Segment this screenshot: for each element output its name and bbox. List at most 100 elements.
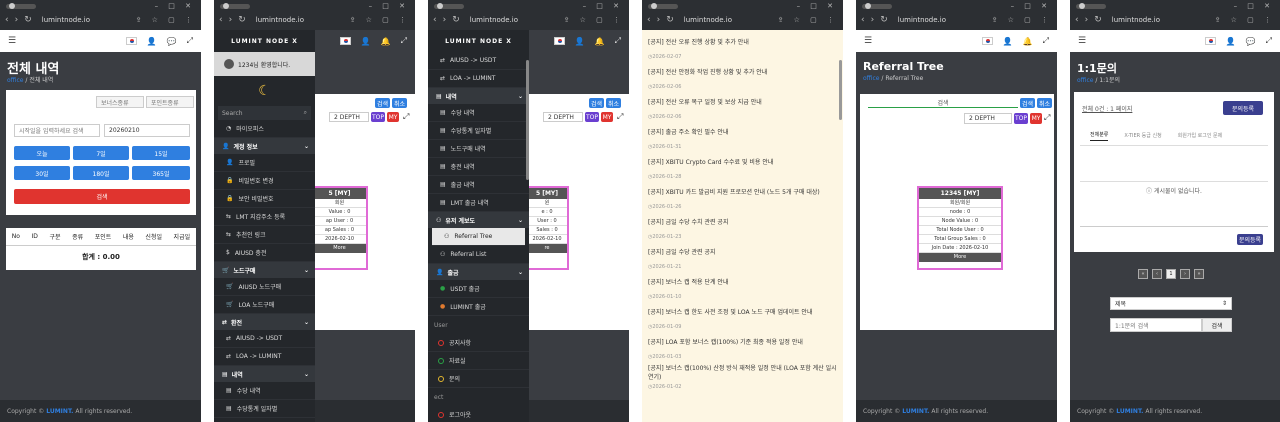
- bg-my-button[interactable]: MY: [601, 112, 613, 122]
- chat-icon[interactable]: 💬: [1246, 37, 1256, 46]
- sidebar-item-referral-list[interactable]: ⚇ Referral List: [428, 246, 529, 264]
- user-icon[interactable]: 👤: [147, 37, 157, 46]
- footer-brand[interactable]: LUMINT.: [46, 408, 73, 415]
- sidebar-search-input[interactable]: Search ⌕: [218, 106, 311, 120]
- range-7d-button[interactable]: 7일: [73, 146, 129, 160]
- sidebar-item-내역[interactable]: ▤ 내역 ⌄: [214, 366, 315, 382]
- sidebar-item-프로필[interactable]: 👤 프로필: [214, 154, 315, 172]
- back-icon[interactable]: ‹: [1075, 15, 1079, 25]
- bg-depth-select[interactable]: 2 DEPTH: [329, 112, 369, 122]
- menu-icon[interactable]: ☰: [864, 36, 872, 46]
- sidebar-item-추천인-링크[interactable]: ⇆ 추천인 링크: [214, 226, 315, 244]
- notice-title-link[interactable]: [공지] 금일 수당 수치 관련 공지: [642, 214, 837, 229]
- menu-icon[interactable]: ☰: [8, 36, 16, 46]
- moon-icon[interactable]: ☾: [214, 76, 315, 106]
- sidebar-item-비밀번호-변경[interactable]: 🔒 비밀번호 변경: [214, 172, 315, 190]
- sidebar-item-수당-내역[interactable]: ▤ 수당 내역: [214, 382, 315, 400]
- user-icon[interactable]: 👤: [1003, 37, 1013, 46]
- back-icon[interactable]: ‹: [647, 15, 651, 25]
- tab-strip[interactable]: [434, 3, 464, 9]
- back-icon[interactable]: ‹: [861, 15, 865, 25]
- bg-search-button[interactable]: 검색: [375, 98, 390, 108]
- window-controls[interactable]: – □ ✕: [583, 2, 623, 10]
- fullscreen-icon[interactable]: ⤢: [403, 112, 409, 122]
- sidebar-item-수당통계-일자별[interactable]: ▤ 수당통계 일자별: [214, 400, 315, 418]
- korea-flag-icon[interactable]: [339, 37, 351, 45]
- search-button[interactable]: 검색: [14, 189, 190, 204]
- notice-title-link[interactable]: [공지] 보너스 캡 적용 단계 안내: [642, 274, 837, 289]
- korea-flag-icon[interactable]: [553, 37, 565, 45]
- pagination-next[interactable]: ›: [1180, 269, 1190, 279]
- forward-icon[interactable]: ›: [15, 15, 19, 25]
- bg-cancel-button[interactable]: 취소: [392, 98, 407, 108]
- footer-brand[interactable]: LUMINT.: [1116, 408, 1143, 415]
- breadcrumb-home[interactable]: office: [7, 77, 23, 84]
- forward-icon[interactable]: ›: [443, 15, 447, 25]
- sidebar-item-유저-계보도[interactable]: ⚇ 유저 계보도 ⌄: [428, 212, 529, 228]
- pagination-page-1[interactable]: 1: [1166, 269, 1176, 279]
- pagination-first[interactable]: «: [1138, 269, 1148, 279]
- notice-title-link[interactable]: [공지] 전산 안정화 작업 진행 상황 및 추가 안내: [642, 64, 837, 79]
- footer-brand[interactable]: LUMINT.: [902, 408, 929, 415]
- sidebar-item-loa-노드구매[interactable]: 🛒 LOA 노드구매: [214, 296, 315, 314]
- search-icon[interactable]: ⌕: [304, 109, 307, 117]
- range-15d-button[interactable]: 15일: [132, 146, 190, 160]
- forward-icon[interactable]: ›: [1085, 15, 1089, 25]
- browser-action-icons[interactable]: ⇪ ☆ ▢ ⋮: [564, 16, 624, 24]
- inquiry-search-input[interactable]: 1:1문의 검색: [1110, 318, 1202, 332]
- breadcrumb-home[interactable]: office: [863, 75, 879, 82]
- sidebar-item-공지사항[interactable]: 공지사항: [428, 334, 529, 352]
- bg-cancel-button[interactable]: 취소: [606, 98, 621, 108]
- sidebar-item-보안-비밀번호[interactable]: 🔒 보안 비밀번호: [214, 190, 315, 208]
- browser-action-icons[interactable]: ⇪ ☆ ▢ ⋮: [136, 16, 196, 24]
- korea-flag-icon[interactable]: [125, 37, 137, 45]
- korea-flag-icon[interactable]: [1204, 37, 1216, 45]
- url-bar[interactable]: lumintnode.io: [1112, 16, 1209, 24]
- tree-node-my[interactable]: 12345 [MY] 회원/회원 node : 0 Node Value : 0…: [917, 186, 1003, 270]
- tree-node-more[interactable]: re: [527, 244, 567, 253]
- back-icon[interactable]: ‹: [433, 15, 437, 25]
- notice-title-link[interactable]: [공지] 금일 수당 관련 공지: [642, 244, 837, 259]
- sidebar-item-출금-내역[interactable]: ▤ 출금 내역: [428, 176, 529, 194]
- range-365d-button[interactable]: 365일: [132, 166, 190, 180]
- range-today-button[interactable]: 오늘: [14, 146, 70, 160]
- sidebar-item-환전[interactable]: ⇄ 환전 ⌄: [214, 314, 315, 330]
- breadcrumb-home[interactable]: office: [1077, 77, 1093, 84]
- sidebar-item-loa-lumint[interactable]: ⇄ LOA -> LUMINT: [428, 70, 529, 88]
- bg-top-button[interactable]: TOP: [371, 112, 385, 122]
- tab-strip[interactable]: [862, 3, 892, 9]
- browser-action-icons[interactable]: ⇪ ☆ ▢ ⋮: [778, 16, 838, 24]
- notice-title-link[interactable]: [공지] XBITU Crypto Card 수수료 및 비용 안내: [642, 154, 837, 169]
- browser-action-icons[interactable]: ⇪ ☆ ▢ ⋮: [1215, 16, 1275, 24]
- tree-node-more-button[interactable]: More: [919, 253, 1001, 262]
- sidebar-scrollbar[interactable]: [526, 60, 529, 180]
- menu-icon[interactable]: ☰: [1078, 36, 1086, 46]
- tab-strip[interactable]: [1076, 3, 1106, 9]
- brand-logo[interactable]: LUMINT NODE X: [214, 30, 315, 52]
- reload-icon[interactable]: ↻: [452, 15, 460, 25]
- url-bar[interactable]: lumintnode.io: [256, 16, 344, 24]
- sidebar-item-loa-lumint[interactable]: ⇄ LOA -> LUMINT: [214, 348, 315, 366]
- back-icon[interactable]: ‹: [219, 15, 223, 25]
- sidebar-item-로그아웃[interactable]: 로그아웃: [428, 406, 529, 422]
- point-type-select[interactable]: 포인트종류: [146, 96, 194, 108]
- url-bar[interactable]: lumintnode.io: [470, 16, 558, 24]
- bell-icon[interactable]: 🔔: [595, 37, 605, 46]
- page-scrollbar[interactable]: [839, 60, 842, 120]
- bg-top-button[interactable]: TOP: [585, 112, 599, 122]
- pagination-last[interactable]: »: [1194, 269, 1204, 279]
- expand-icon[interactable]: ⤢: [615, 36, 621, 46]
- notice-title-link[interactable]: [공지] 보너스 캡(100%) 산정 방식 재적용 일정 안내 (LOA 포함…: [642, 364, 837, 381]
- sidebar-item-문의[interactable]: 문의: [428, 370, 529, 388]
- notice-title-link[interactable]: [공지] 보너스 캡 한도 사전 조정 및 LOA 노드 구매 업데이트 안내: [642, 304, 837, 319]
- sidebar-item-계정-정보[interactable]: 👤 계정 정보 ⌄: [214, 138, 315, 154]
- notice-title-link[interactable]: [공지] LOA 포함 보너스 캡(100%) 기준 최종 적용 일정 안내: [642, 334, 837, 349]
- expand-icon[interactable]: ⤢: [401, 36, 407, 46]
- tree-node-more[interactable]: More: [313, 244, 366, 253]
- my-button[interactable]: MY: [1030, 113, 1042, 124]
- tab-all[interactable]: 전체분류: [1090, 131, 1109, 141]
- start-date-input[interactable]: 시작일을 입력하세요 검색: [14, 124, 100, 137]
- expand-icon[interactable]: ⤢: [187, 36, 193, 46]
- notice-title-link[interactable]: [공지] XBITU 카드 발급비 지원 프로모션 안내 (노드 5개 구매 대…: [642, 184, 837, 199]
- expand-icon[interactable]: ⤢: [1266, 36, 1272, 46]
